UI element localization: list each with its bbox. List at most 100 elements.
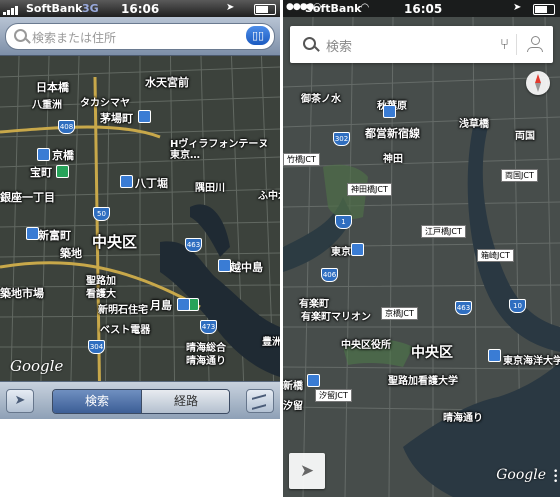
map-label: 豊洲	[262, 337, 280, 348]
jct-label: 江戸橋JCT	[421, 225, 466, 238]
map-label: 築地	[60, 247, 82, 260]
map-label: 隅田川	[195, 183, 225, 194]
right-map-imagery	[283, 17, 560, 497]
map-label: Hヴィラフォンテーヌ東京…	[170, 139, 269, 161]
jct-label: 汐留JCT	[315, 389, 352, 402]
left-toolbar: ➤ 検索 経路	[0, 381, 280, 419]
directions-icon[interactable]: ⑂	[500, 35, 509, 53]
route-shield: 50	[93, 207, 110, 221]
overflow-menu-icon[interactable]: • • •	[553, 468, 558, 487]
battery-icon	[254, 4, 276, 15]
map-label: 八丁堀	[135, 177, 168, 190]
subway-icon[interactable]	[218, 259, 231, 272]
route-shield: 406	[321, 268, 338, 282]
map-label: 両国	[515, 131, 535, 142]
network-label: 3G	[82, 2, 99, 15]
route-shield: 473	[200, 320, 217, 334]
map-label: ベスト電器	[100, 325, 151, 336]
jct-label: 竹橋JCT	[283, 153, 320, 166]
account-icon[interactable]	[527, 36, 543, 52]
map-label: 神田	[383, 154, 403, 165]
right-map-view[interactable]: 御茶ノ水 秋葉原 両国 浅草橋 都営新宿線 神田 東京 有楽町 有楽町マリオン …	[283, 17, 560, 497]
map-label: 中央区	[92, 233, 138, 251]
tab-route[interactable]: 経路	[141, 390, 229, 413]
wifi-icon: ◠	[361, 2, 369, 13]
subway-icon[interactable]	[120, 175, 133, 188]
map-label: 聖路加看護大学	[388, 376, 458, 387]
map-label: 京橋	[52, 149, 74, 162]
location-arrow-status-icon: ➤	[226, 2, 235, 13]
subway-icon[interactable]	[37, 148, 50, 161]
left-screenshot: 日本橋 八重洲 タカシマヤ 水天宮前 茅場町 京橋 Hヴィラフォンテーヌ東京… …	[0, 0, 280, 497]
map-label: 越中島	[230, 261, 263, 274]
compass-icon[interactable]	[526, 71, 550, 95]
map-label: 東京	[331, 247, 351, 258]
google-attribution: Google	[10, 357, 64, 375]
clock: 16:05	[404, 2, 443, 16]
subway-icon[interactable]	[383, 105, 396, 118]
route-shield: 463	[185, 238, 202, 252]
map-label: 汐留	[283, 401, 303, 412]
park-icon[interactable]	[56, 165, 69, 178]
google-attribution: Google	[496, 467, 546, 483]
subway-icon[interactable]	[351, 243, 364, 256]
jct-label: 神田橋JCT	[347, 183, 392, 196]
battery-icon	[533, 4, 555, 15]
map-label: 中央区	[411, 345, 453, 361]
map-label: 水天宮前	[145, 76, 189, 89]
map-label: 晴海通り	[443, 413, 483, 424]
map-label: 日本橋	[36, 81, 69, 94]
location-arrow-icon[interactable]: ➤	[289, 453, 325, 489]
map-label: 都営新宿線	[365, 127, 420, 140]
jct-label: 箱崎JCT	[477, 249, 514, 262]
map-label: 中央区役所	[341, 340, 391, 351]
route-shield: 463	[455, 301, 472, 315]
map-label: 有楽町マリオン	[301, 312, 371, 323]
route-shield: 408	[58, 120, 75, 134]
tab-search[interactable]: 検索	[53, 390, 141, 413]
search-input[interactable]: 検索または住所 ▯▯	[5, 23, 275, 50]
page-curl-icon[interactable]	[246, 389, 274, 413]
map-label: ふ中水	[258, 191, 280, 202]
location-arrow-status-icon: ➤	[513, 2, 522, 13]
carrier-label: SoftBank	[305, 2, 362, 15]
left-map-view[interactable]: 日本橋 八重洲 タカシマヤ 水天宮前 茅場町 京橋 Hヴィラフォンテーヌ東京… …	[0, 17, 280, 419]
subway-icon[interactable]	[177, 298, 190, 311]
jct-label: 京橋JCT	[381, 307, 418, 320]
right-search-bar[interactable]: 検索 ⑂	[290, 26, 553, 63]
signal-icon	[3, 2, 19, 15]
map-label: 看護大	[86, 289, 116, 300]
map-label: 新明石住宅	[98, 305, 148, 316]
subway-icon[interactable]	[307, 374, 320, 387]
right-status-bar: ●●●●○ SoftBank ◠ 16:05 ➤	[283, 0, 560, 17]
route-shield: 10	[509, 299, 526, 313]
mode-segmented-control: 検索 経路	[52, 389, 230, 414]
map-label: 晴海通り	[186, 356, 226, 367]
clock: 16:06	[121, 2, 160, 16]
map-label: 茅場町	[100, 112, 133, 125]
search-icon	[303, 37, 316, 50]
route-shield: 302	[333, 132, 350, 146]
left-blank-area	[0, 419, 280, 497]
subway-icon[interactable]	[26, 227, 39, 240]
map-label: 築地市場	[0, 287, 44, 300]
left-search-bar: 検索または住所 ▯▯	[0, 17, 280, 56]
map-label: 浅草橋	[459, 119, 489, 130]
location-arrow-icon[interactable]: ➤	[6, 389, 34, 413]
route-shield: 1	[335, 215, 352, 229]
map-label: タカシマヤ	[80, 98, 130, 109]
carrier-label: SoftBank	[26, 2, 83, 15]
map-label: 御茶ノ水	[301, 94, 341, 105]
book-icon[interactable]: ▯▯	[246, 26, 270, 45]
jct-label: 両国JCT	[501, 169, 538, 182]
route-shield: 304	[88, 340, 105, 354]
map-label: 銀座一丁目	[0, 191, 55, 204]
right-screenshot: 御茶ノ水 秋葉原 両国 浅草橋 都営新宿線 神田 東京 有楽町 有楽町マリオン …	[283, 0, 560, 497]
divider	[516, 34, 517, 55]
map-label: 東京海洋大学	[503, 356, 560, 367]
map-label: 八重洲	[32, 100, 62, 111]
search-placeholder: 検索または住所	[32, 31, 117, 45]
subway-icon[interactable]	[488, 349, 501, 362]
map-label: 新富町	[38, 229, 71, 242]
subway-icon[interactable]	[138, 110, 151, 123]
